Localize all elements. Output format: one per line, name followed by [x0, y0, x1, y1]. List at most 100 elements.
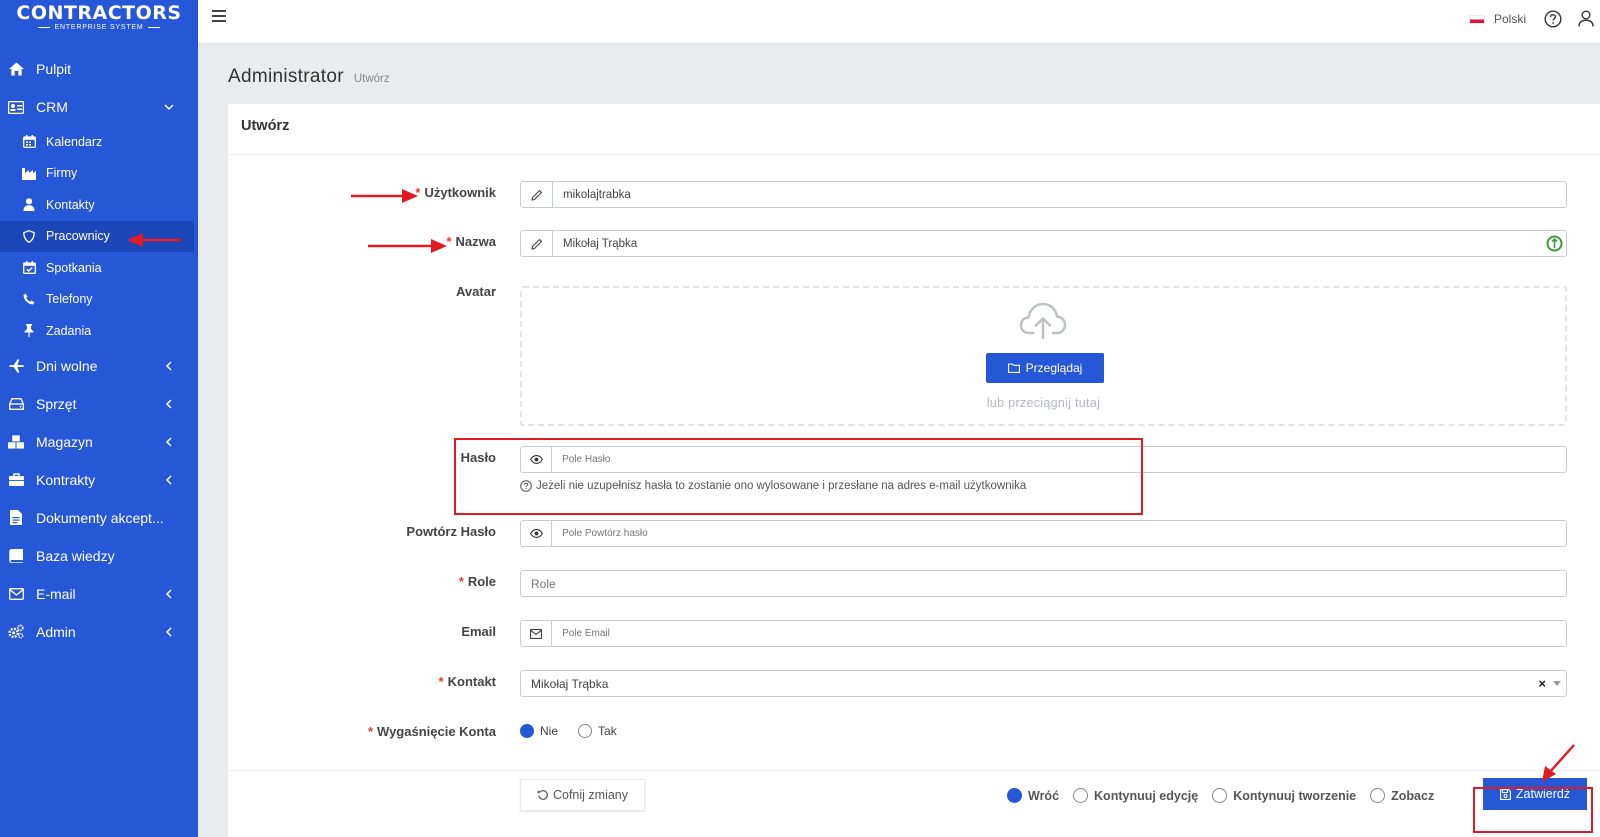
- sidebar-item-label: Firmy: [46, 166, 78, 181]
- after-save-zobacz[interactable]: Zobacz: [1370, 788, 1434, 803]
- name-field[interactable]: Mikołaj Trąbka: [520, 230, 1567, 257]
- page-subtitle: Utwórz: [353, 73, 390, 85]
- sidebar-item-crm[interactable]: CRM: [0, 88, 198, 126]
- plane-icon: [8, 358, 24, 374]
- cloud-upload-icon: [1019, 300, 1067, 340]
- role-field[interactable]: [520, 570, 1567, 597]
- sidebar-item-label: CRM: [36, 99, 68, 115]
- sidebar-item-zadania[interactable]: Zadania: [0, 315, 198, 347]
- sidebar-item-label: Pracownicy: [46, 229, 110, 244]
- password-repeat-input[interactable]: [552, 521, 1566, 546]
- sidebar-item-kontakty[interactable]: Kontakty: [0, 189, 198, 221]
- password-manager-icon[interactable]: [1546, 235, 1563, 252]
- divider: [228, 770, 1600, 771]
- language-switcher[interactable]: Polski: [1468, 12, 1526, 26]
- brand-logo[interactable]: CONTRACTORS ENTERPRISE SYSTEM: [0, 0, 198, 38]
- divider: [228, 154, 1600, 155]
- reset-changes-button[interactable]: Cofnij zmiany: [520, 779, 645, 811]
- chevron-left-icon: [162, 435, 176, 449]
- sidebar-item-sprzet[interactable]: Sprzęt: [0, 385, 198, 423]
- calendar-icon: [22, 135, 36, 149]
- shield-icon: [22, 229, 36, 243]
- clear-selection-icon[interactable]: ×: [1538, 676, 1546, 691]
- sidebar-nav: Pulpit CRM Kalendarz Firmy Kontakty Prac…: [0, 50, 198, 651]
- sidebar-item-pulpit[interactable]: Pulpit: [0, 50, 198, 88]
- role-input[interactable]: [521, 571, 1566, 596]
- radio-unselected: [1370, 788, 1386, 803]
- sidebar-item-kontrakty[interactable]: Kontrakty: [0, 461, 198, 499]
- language-label: Polski: [1493, 12, 1526, 26]
- sidebar-item-kalendarz[interactable]: Kalendarz: [0, 126, 198, 158]
- hdd-icon: [8, 396, 24, 412]
- user-icon[interactable]: [1578, 10, 1594, 27]
- folder-icon: [1007, 363, 1026, 373]
- sidebar-item-label: Zadania: [46, 323, 92, 338]
- radio-selected: [1007, 788, 1022, 803]
- browse-button[interactable]: Przeglądaj: [986, 353, 1104, 383]
- after-save-options: Wróć Kontynuuj edycję Kontynuuj tworzeni…: [1007, 788, 1448, 803]
- book-icon: [8, 548, 24, 564]
- page-title: Administrator: [228, 66, 344, 87]
- sidebar-item-dokumenty[interactable]: Dokumenty akcept...: [0, 499, 198, 537]
- expiry-option-nie[interactable]: Nie: [520, 724, 558, 738]
- sidebar-item-label: Magazyn: [36, 433, 93, 450]
- chevron-left-icon: [162, 359, 176, 373]
- sidebar-item-baza-wiedzy[interactable]: Baza wiedzy: [0, 537, 198, 575]
- sidebar-item-firmy[interactable]: Firmy: [0, 158, 198, 190]
- pencil-icon: [521, 182, 553, 207]
- after-save-wroc[interactable]: Wróć: [1007, 788, 1059, 803]
- contact-label: * Kontakt: [438, 674, 496, 689]
- after-save-kontynuuj-edycje[interactable]: Kontynuuj edycję: [1073, 788, 1198, 803]
- radio-unselected: [1073, 788, 1089, 803]
- after-save-kontynuuj-tworzenie[interactable]: Kontynuuj tworzenie: [1212, 788, 1356, 803]
- sidebar-item-label: Kontakty: [46, 197, 95, 212]
- sidebar-item-magazyn[interactable]: Magazyn: [0, 423, 198, 461]
- sidebar-item-label: Kontrakty: [36, 471, 96, 488]
- email-field[interactable]: [520, 620, 1567, 647]
- hamburger-menu-icon[interactable]: [212, 10, 228, 26]
- contact-value: Mikołaj Trąbka: [531, 676, 609, 691]
- person-icon: [22, 198, 36, 212]
- phone-icon: [22, 292, 36, 306]
- annotation-arrow-icon: [127, 233, 181, 247]
- chevron-left-icon: [162, 587, 176, 601]
- annotation-arrow-icon: [368, 239, 447, 253]
- username-value: mikolajtrabka: [563, 188, 631, 201]
- sidebar-item-email[interactable]: E-mail: [0, 575, 198, 613]
- briefcase-icon: [8, 472, 24, 488]
- chevron-left-icon: [162, 473, 176, 487]
- sidebar-item-label: Pulpit: [36, 61, 72, 77]
- annotation-highlight-box: [454, 438, 1143, 515]
- drop-hint: lub przeciągnij tutaj: [986, 396, 1101, 410]
- contact-select[interactable]: Mikołaj Trąbka ×: [520, 670, 1567, 697]
- caret-down-icon[interactable]: [1553, 681, 1561, 686]
- sidebar-item-telefony[interactable]: Telefony: [0, 284, 198, 316]
- username-field[interactable]: mikolajtrabka: [520, 181, 1567, 208]
- sidebar-item-dni-wolne[interactable]: Dni wolne: [0, 347, 198, 385]
- sidebar: CONTRACTORS ENTERPRISE SYSTEM Pulpit CRM…: [0, 0, 198, 837]
- sidebar-item-label: Telefony: [46, 292, 93, 307]
- boxes-icon: [8, 434, 24, 450]
- radio-unselected: [1212, 788, 1228, 803]
- poland-flag-icon: [1468, 14, 1485, 24]
- sidebar-item-spotkania[interactable]: Spotkania: [0, 252, 198, 284]
- id-card-icon: [8, 99, 24, 115]
- envelope-icon: [521, 621, 553, 646]
- expiry-option-tak[interactable]: Tak: [578, 724, 617, 738]
- required-marker: *: [438, 674, 444, 689]
- home-icon: [8, 61, 24, 77]
- sidebar-item-admin[interactable]: Admin: [0, 613, 198, 651]
- radio-selected: [520, 724, 534, 738]
- sidebar-item-label: Sprzęt: [36, 395, 77, 412]
- annotation-arrow-icon: [1542, 744, 1575, 782]
- required-marker: *: [367, 724, 374, 739]
- eye-icon[interactable]: [521, 521, 553, 546]
- email-input[interactable]: [552, 621, 1566, 646]
- avatar-dropzone[interactable]: Przeglądaj lub przeciągnij tutaj: [520, 286, 1567, 426]
- password-repeat-field[interactable]: [520, 520, 1567, 547]
- role-label: * Role: [458, 574, 496, 589]
- document-icon: [8, 510, 24, 526]
- password-repeat-label: Powtórz Hasło: [406, 524, 496, 539]
- help-icon[interactable]: [1544, 10, 1562, 28]
- page-header: Administrator Utwórz: [228, 66, 390, 88]
